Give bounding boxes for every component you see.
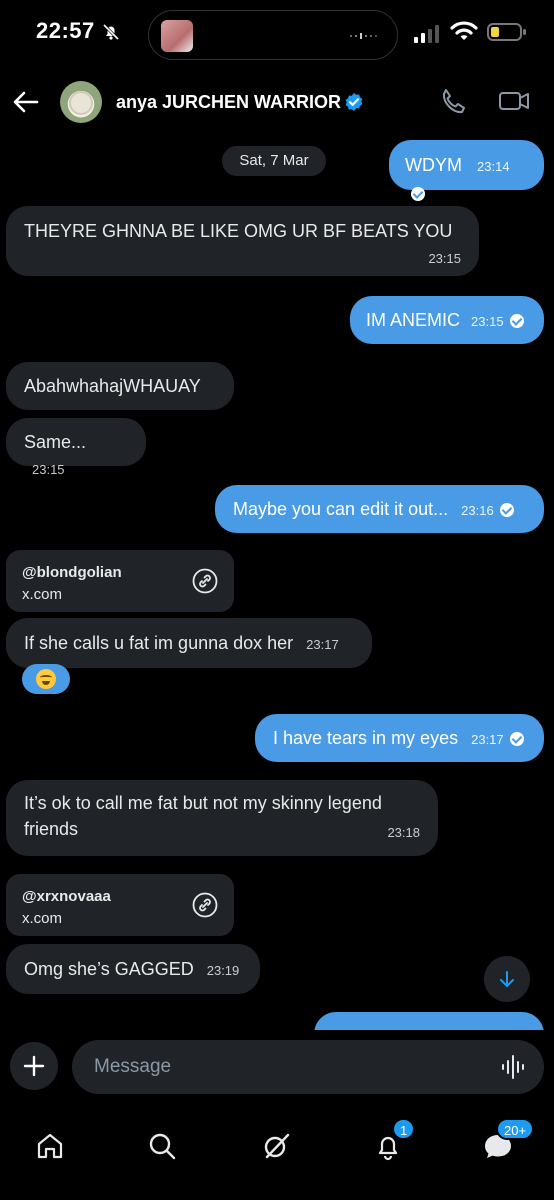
link-icon <box>192 568 218 594</box>
verified-badge-icon <box>345 93 363 111</box>
message-incoming[interactable]: Same... 23:15 <box>6 418 146 477</box>
message-outgoing[interactable]: Maybe you can edit it out... 23:16 <box>215 485 544 533</box>
status-bar: 22:57 <box>0 0 554 72</box>
read-receipt-icon <box>509 732 524 747</box>
link-domain: x.com <box>22 586 63 603</box>
cellular-signal-icon <box>414 25 439 43</box>
message-outgoing[interactable]: WDYM 23:14 <box>389 140 544 202</box>
message-composer <box>0 1030 554 1110</box>
bell-slash-icon <box>102 23 120 41</box>
contact-avatar[interactable] <box>60 81 102 123</box>
phone-icon[interactable] <box>438 86 468 116</box>
read-receipt-icon <box>509 314 524 329</box>
message-time: 23:17 <box>471 732 504 747</box>
message-text: THEYRE GHNNA BE LIKE OMG UR BF BEATS YOU <box>24 221 453 241</box>
scroll-to-bottom-button[interactable] <box>484 956 530 1002</box>
message-text: WDYM <box>405 155 462 175</box>
notifications-badge: 1 <box>392 1118 416 1140</box>
home-icon <box>37 1133 63 1159</box>
link-domain: x.com <box>22 910 63 927</box>
add-attachment-button[interactable] <box>10 1042 58 1090</box>
message-time: 23:15 <box>428 251 461 266</box>
message-text: Omg she’s GAGGED <box>24 959 194 979</box>
nav-messages[interactable]: 20+ <box>476 1118 535 1168</box>
nav-home[interactable] <box>28 1124 72 1168</box>
crying-laughing-emoji-icon <box>36 669 56 689</box>
arrow-down-icon <box>500 971 514 987</box>
read-receipt-icon <box>499 503 514 518</box>
back-button[interactable] <box>8 84 44 120</box>
message-outgoing[interactable]: I have tears in my eyes 23:17 <box>255 714 544 762</box>
message-incoming[interactable]: THEYRE GHNNA BE LIKE OMG UR BF BEATS YOU… <box>6 206 479 276</box>
messages-badge: 20+ <box>496 1118 535 1140</box>
message-time: 23:16 <box>461 503 494 518</box>
message-time: 23:18 <box>387 825 420 840</box>
contact-name[interactable]: anya JURCHEN WARRIOR <box>116 92 341 113</box>
message-time: 23:17 <box>306 637 339 652</box>
message-time: 23:14 <box>477 159 510 174</box>
link-preview-card[interactable]: @blondgolian x.com <box>6 550 234 612</box>
message-incoming[interactable]: Omg she’s GAGGED 23:19 <box>6 944 260 994</box>
voice-message-icon[interactable] <box>500 1054 528 1080</box>
message-time: 23:19 <box>206 963 240 978</box>
back-arrow-icon <box>13 91 39 113</box>
nav-notifications[interactable]: 1 <box>366 1118 416 1168</box>
chat-header: anya JURCHEN WARRIOR <box>0 72 554 134</box>
nav-grok[interactable] <box>254 1124 298 1168</box>
link-preview-card[interactable]: @xrxnovaaa x.com <box>6 874 234 936</box>
message-outgoing[interactable]: IM ANEMIC 23:15 <box>350 296 544 344</box>
wifi-icon <box>450 21 478 40</box>
link-handle: @xrxnovaaa <box>22 888 111 905</box>
read-receipt-icon <box>411 187 425 202</box>
link-handle: @blondgolian <box>22 564 122 581</box>
message-input[interactable] <box>72 1040 544 1094</box>
plus-icon <box>23 1055 45 1077</box>
message-text: I have tears in my eyes <box>273 728 459 748</box>
message-reaction[interactable] <box>22 664 70 694</box>
battery-low-icon <box>487 23 526 41</box>
now-playing-thumbnail <box>161 20 193 52</box>
message-time: 23:15 <box>471 314 504 329</box>
grok-icon <box>264 1133 290 1159</box>
message-text: Same... <box>24 432 87 452</box>
message-text: If she calls u fat im gunna dox her <box>24 633 294 653</box>
message-incoming[interactable]: It’s ok to call me fat but not my skinny… <box>6 780 438 856</box>
message-time: 23:15 <box>32 462 65 477</box>
search-icon <box>149 1133 176 1160</box>
message-text: IM ANEMIC <box>366 310 461 330</box>
bottom-navigation: 1 20+ <box>0 1110 554 1200</box>
date-separator: Sat, 7 Mar <box>222 146 326 176</box>
message-text: Maybe you can edit it out... <box>233 499 449 519</box>
status-time: 22:57 <box>36 18 95 43</box>
video-icon[interactable] <box>498 86 530 116</box>
dynamic-island[interactable] <box>148 10 398 60</box>
nav-search[interactable] <box>140 1124 184 1168</box>
link-icon <box>192 892 218 918</box>
message-text: AbahwhahajWHAUAY <box>24 376 201 396</box>
message-incoming[interactable]: If she calls u fat im gunna dox her 23:1… <box>6 618 372 668</box>
message-incoming[interactable]: AbahwhahajWHAUAY <box>6 362 234 410</box>
message-text-line1: It’s ok to call me fat but not my skinny… <box>24 793 382 813</box>
message-text-line2: friends <box>24 819 79 839</box>
audio-waveform-icon <box>350 33 377 39</box>
